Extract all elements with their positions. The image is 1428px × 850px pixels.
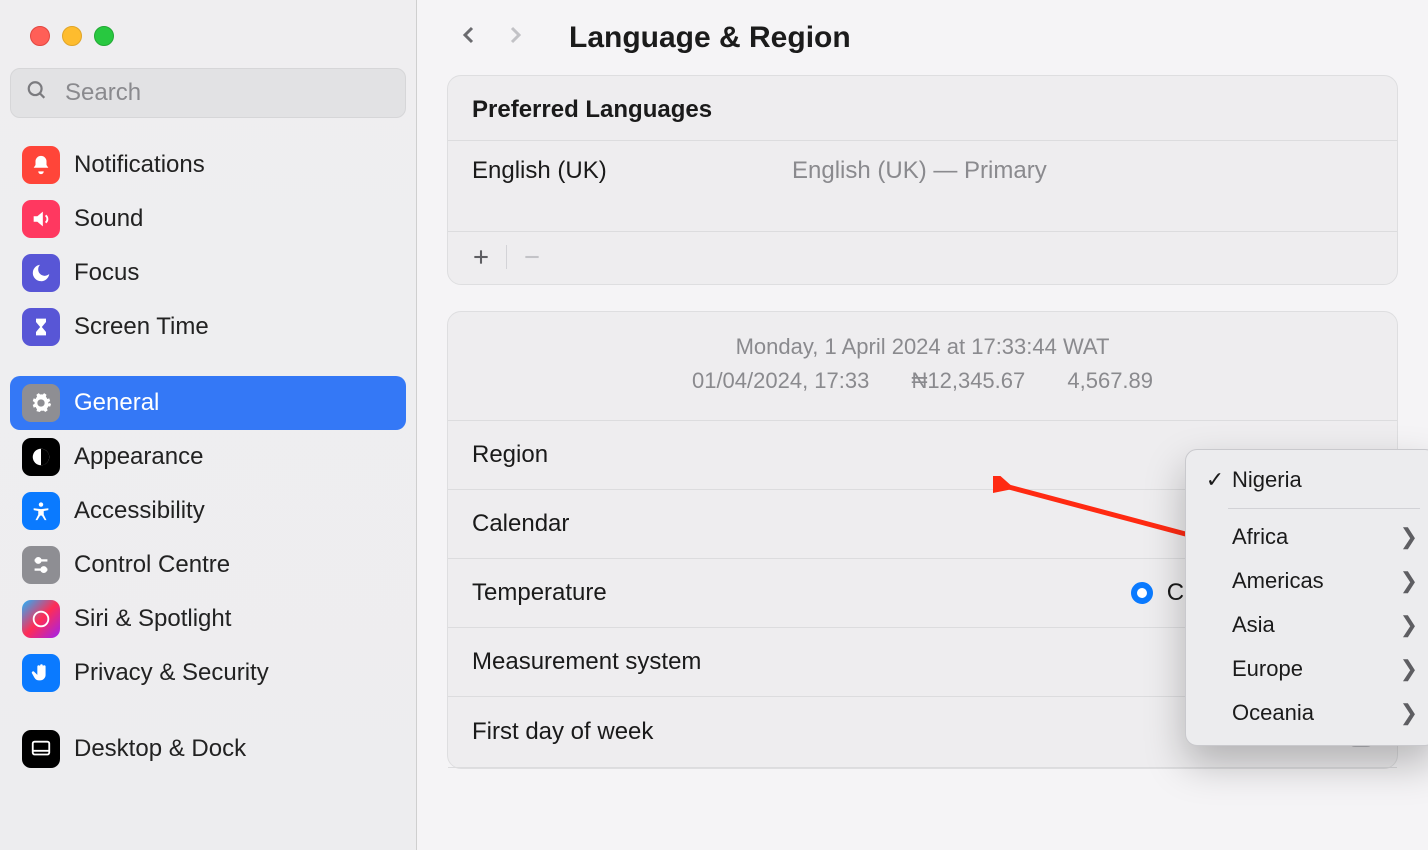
first-day-label: First day of week	[472, 718, 1250, 746]
sidebar-item-control-centre[interactable]: Control Centre	[10, 538, 406, 592]
sidebar-item-label: Accessibility	[74, 497, 205, 525]
sidebar-item-label: General	[74, 389, 159, 417]
moon-icon	[22, 254, 60, 292]
hand-icon	[22, 654, 60, 692]
sidebar-item-appearance[interactable]: Appearance	[10, 430, 406, 484]
add-language-button[interactable]	[466, 242, 496, 272]
speaker-icon	[22, 200, 60, 238]
sidebar-item-label: Privacy & Security	[74, 659, 269, 687]
zoom-window-button[interactable]	[94, 26, 114, 46]
chevron-right-icon: ❯	[1400, 700, 1418, 726]
region-group-asia[interactable]: Asia ❯	[1192, 603, 1428, 647]
region-option-label: Nigeria	[1232, 467, 1302, 493]
language-name: English (UK)	[472, 157, 792, 185]
minimize-window-button[interactable]	[62, 26, 82, 46]
language-row-primary[interactable]: English (UK) English (UK) — Primary	[448, 141, 1397, 231]
chevron-right-icon: ❯	[1400, 524, 1418, 550]
checkmark-icon: ✓	[1204, 467, 1226, 493]
format-preview-shortdate: 01/04/2024, 17:33	[692, 368, 869, 393]
window-traffic-lights	[0, 0, 416, 68]
contrast-icon	[22, 438, 60, 476]
sidebar-item-notifications[interactable]: Notifications	[10, 138, 406, 192]
sidebar-item-label: Sound	[74, 205, 143, 233]
preferred-languages-panel: Preferred Languages English (UK) English…	[447, 75, 1398, 285]
temperature-label: Temperature	[472, 579, 1131, 607]
accessibility-icon	[22, 492, 60, 530]
sidebar-item-desktop-dock[interactable]: Desktop & Dock	[10, 722, 406, 776]
sidebar-item-label: Siri & Spotlight	[74, 605, 231, 633]
sidebar-item-general[interactable]: General	[10, 376, 406, 430]
sidebar-item-privacy-security[interactable]: Privacy & Security	[10, 646, 406, 700]
content-pane: Language & Region Preferred Languages En…	[417, 0, 1428, 850]
sidebar-item-label: Notifications	[74, 151, 205, 179]
sidebar-item-label: Screen Time	[74, 313, 209, 341]
sidebar: Notifications Sound Focus Screen Time	[0, 0, 417, 850]
page-title: Language & Region	[569, 21, 851, 55]
preferred-languages-header: Preferred Languages	[448, 76, 1397, 140]
format-preview-number: 4,567.89	[1067, 368, 1153, 393]
sidebar-item-label: Desktop & Dock	[74, 735, 246, 763]
dock-icon	[22, 730, 60, 768]
sidebar-item-screen-time[interactable]: Screen Time	[10, 300, 406, 354]
chevron-right-icon: ❯	[1400, 568, 1418, 594]
region-group-europe[interactable]: Europe ❯	[1192, 647, 1428, 691]
measurement-label: Measurement system	[472, 648, 1272, 676]
search-icon	[26, 80, 48, 107]
forward-button[interactable]	[503, 20, 527, 55]
sidebar-item-sound[interactable]: Sound	[10, 192, 406, 246]
language-subtitle: English (UK) — Primary	[792, 157, 1047, 185]
sidebar-item-accessibility[interactable]: Accessibility	[10, 484, 406, 538]
region-group-label: Oceania	[1232, 700, 1314, 726]
region-group-label: Africa	[1232, 524, 1288, 550]
format-preview: Monday, 1 April 2024 at 17:33:44 WAT 01/…	[448, 312, 1397, 420]
sidebar-item-label: Focus	[74, 259, 139, 287]
temperature-celsius-radio[interactable]	[1131, 582, 1153, 604]
region-group-label: Asia	[1232, 612, 1275, 638]
region-group-oceania[interactable]: Oceania ❯	[1192, 691, 1428, 735]
format-preview-full: Monday, 1 April 2024 at 17:33:44 WAT	[472, 330, 1373, 364]
region-option-selected[interactable]: ✓ Nigeria	[1192, 458, 1428, 502]
back-button[interactable]	[457, 20, 481, 55]
bell-icon	[22, 146, 60, 184]
gear-icon	[22, 384, 60, 422]
sliders-icon	[22, 546, 60, 584]
region-group-label: Americas	[1232, 568, 1324, 594]
region-popup: ✓ Nigeria Africa ❯ Americas ❯ Asia ❯ Eur…	[1185, 449, 1428, 746]
format-preview-currency: ₦12,345.67	[911, 368, 1025, 393]
search-input[interactable]	[10, 68, 406, 118]
region-group-label: Europe	[1232, 656, 1303, 682]
sidebar-item-siri-spotlight[interactable]: Siri & Spotlight	[10, 592, 406, 646]
region-group-africa[interactable]: Africa ❯	[1192, 515, 1428, 559]
remove-language-button[interactable]	[517, 242, 547, 272]
sidebar-item-label: Appearance	[74, 443, 203, 471]
region-group-americas[interactable]: Americas ❯	[1192, 559, 1428, 603]
close-window-button[interactable]	[30, 26, 50, 46]
chevron-right-icon: ❯	[1400, 656, 1418, 682]
siri-icon	[22, 600, 60, 638]
hourglass-icon	[22, 308, 60, 346]
sidebar-item-focus[interactable]: Focus	[10, 246, 406, 300]
chevron-right-icon: ❯	[1400, 612, 1418, 638]
sidebar-item-label: Control Centre	[74, 551, 230, 579]
